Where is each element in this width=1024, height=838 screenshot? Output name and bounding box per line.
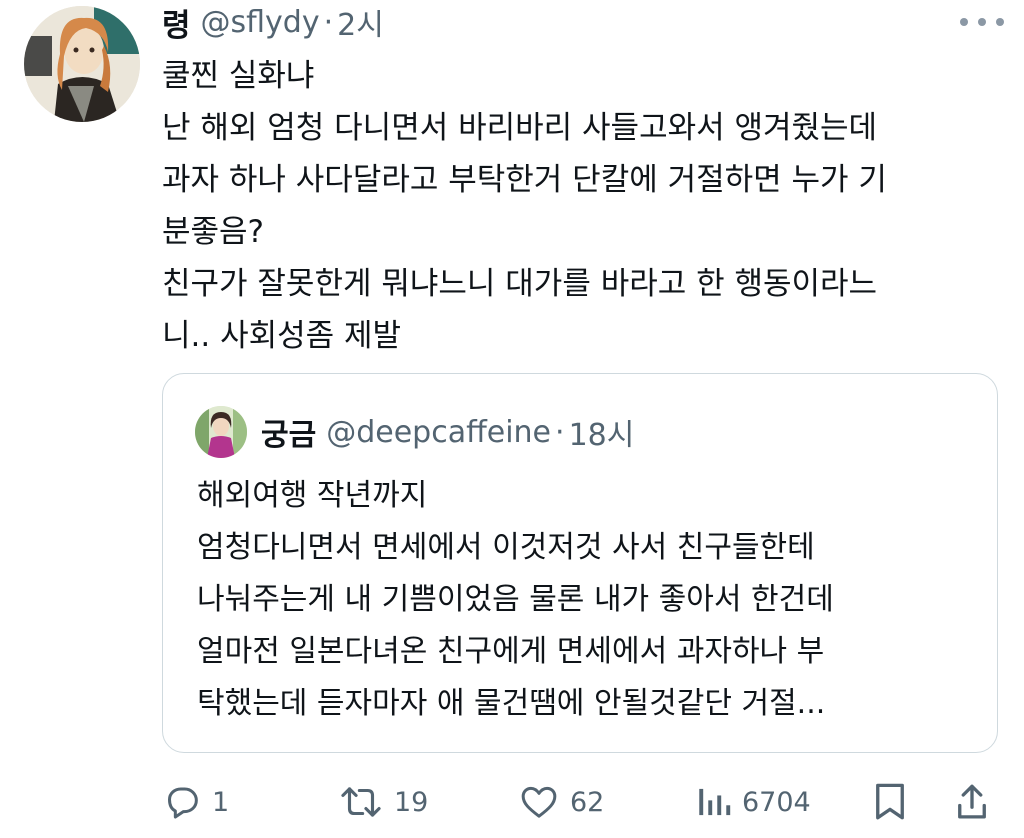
- quoted-header: 궁금 @deepcaffeine · 18시: [261, 410, 634, 454]
- separator-dot: ·: [323, 4, 334, 40]
- bookmark-button[interactable]: [872, 772, 908, 832]
- views-icon: [699, 788, 731, 816]
- reply-icon: [168, 787, 198, 819]
- tweet-line: 니.. 사회성좀 제발: [162, 318, 402, 354]
- like-count: 62: [570, 786, 605, 818]
- views-button[interactable]: 6704: [696, 772, 811, 832]
- quoted-handle: @deepcaffeine: [326, 414, 552, 450]
- tweet-line: 쿨찐 실화냐: [162, 58, 315, 94]
- quoted-timestamp: 18시: [568, 418, 635, 453]
- quoted-tweet-card[interactable]: 궁금 @deepcaffeine · 18시 해외여행 작년까지 엄청다니면서 …: [162, 373, 998, 753]
- user-handle[interactable]: @sflydy: [201, 5, 320, 40]
- reply-button[interactable]: 1: [162, 772, 229, 832]
- heart-icon: [521, 786, 557, 818]
- quoted-line: 얼마전 일본다녀온 친구에게 면세에서 과자하나 부: [197, 634, 825, 669]
- timestamp[interactable]: 2시: [337, 0, 384, 44]
- tweet-header: 령 @sflydy · 2시: [162, 0, 384, 44]
- quoted-avatar-image: [195, 406, 247, 458]
- quoted-line: 나눠주는게 내 기쁨이었음 물론 내가 좋아서 한건데: [197, 582, 834, 617]
- tweet-line: 분좋음?: [162, 214, 265, 250]
- quoted-line: 탁했는데 듣자마자 애 물건땜에 안될것같단 거절...: [197, 686, 826, 721]
- tweet-line: 난 해외 엄청 다니면서 바리바리 사들고와서 앵겨줬는데: [162, 110, 878, 146]
- tweet-text: 쿨찐 실화냐 난 해외 엄청 다니면서 바리바리 사들고와서 앵겨줬는데 과자 …: [162, 50, 1002, 362]
- retweet-icon: [341, 787, 381, 817]
- tweet-line: 과자 하나 사다달라고 부탁한거 단칼에 거절하면 누가 기: [162, 162, 887, 198]
- share-button[interactable]: [954, 772, 990, 832]
- avatar[interactable]: [24, 6, 140, 122]
- retweet-button[interactable]: 19: [338, 772, 428, 832]
- retweet-count: 19: [394, 786, 429, 818]
- like-button[interactable]: 62: [518, 772, 604, 832]
- quoted-line: 해외여행 작년까지: [197, 478, 428, 513]
- quoted-separator-dot: ·: [555, 414, 565, 450]
- more-options-icon[interactable]: [960, 6, 1004, 38]
- quoted-avatar: [195, 406, 247, 458]
- quoted-line: 엄청다니면서 면세에서 이것저것 사서 친구들한테: [197, 530, 815, 565]
- reply-count: 1: [212, 786, 230, 818]
- avatar-image: [24, 6, 140, 122]
- display-name[interactable]: 령: [162, 0, 191, 45]
- quoted-text: 해외여행 작년까지 엄청다니면서 면세에서 이것저것 사서 친구들한테 나눠주는…: [197, 470, 987, 730]
- tweet-line: 친구가 잘못한게 뭐냐느니 대가를 바라고 한 행동이라느: [162, 266, 878, 302]
- quoted-display-name: 궁금: [261, 418, 317, 453]
- action-bar: 1 19 62 6704: [160, 772, 1010, 832]
- views-count: 6704: [742, 786, 811, 818]
- bookmark-icon: [876, 783, 904, 820]
- share-icon: [958, 784, 986, 819]
